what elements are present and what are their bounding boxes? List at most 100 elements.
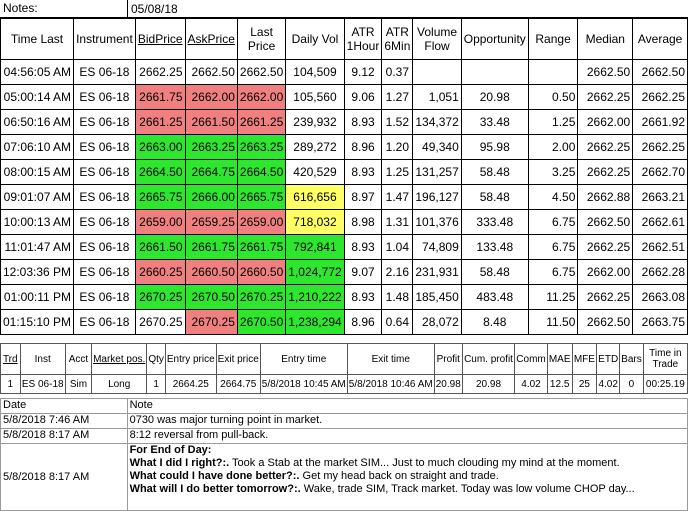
col-inst[interactable]: Inst: [19, 343, 66, 375]
grid-row[interactable]: 11:01:47 AM ES 06-18 2661.50 2661.75 2661.75…: [0, 234, 688, 260]
col-volume-flow[interactable]: Volume Flow: [412, 18, 462, 60]
cell-volume-flow: 131,257: [412, 159, 462, 185]
col-profit[interactable]: Profit: [433, 343, 463, 375]
col-median[interactable]: Median: [577, 18, 634, 60]
journal-entry[interactable]: 5/8/2018 8:17 AM 8:12 reversal from pull…: [0, 428, 688, 444]
col-market-pos[interactable]: Market pos.: [91, 343, 148, 375]
journal-entry-eod[interactable]: 5/8/2018 8:17 AM For End of Day: What I …: [0, 443, 688, 511]
cell-bid: 2670.25: [134, 284, 186, 310]
cell-range: [527, 59, 579, 85]
cell-daily-vol: 718,032: [285, 209, 345, 235]
cell-instrument: ES 06-18: [73, 309, 136, 335]
col-time-last[interactable]: Time Last: [0, 18, 75, 60]
cell-ask: 2662.00: [184, 84, 238, 110]
cell-volume-flow: [412, 59, 462, 85]
cell-instrument: ES 06-18: [73, 259, 136, 285]
eod-answer-1: Took a Stab at the market SIM... Just to…: [229, 457, 620, 469]
col-etd[interactable]: ETD: [596, 343, 621, 375]
cell-time: 05:00:14 AM: [0, 84, 75, 110]
cell-volume-flow: 49,340: [412, 134, 462, 160]
cell-ask: 2660.50: [184, 259, 238, 285]
grid-row[interactable]: 08:00:15 AM ES 06-18 2664.50 2664.75 2664.50…: [0, 159, 688, 185]
cell-time: 01:00:11 PM: [0, 284, 75, 310]
col-daily-vol[interactable]: Daily Vol: [285, 18, 345, 60]
trade-inst: ES 06-18: [19, 374, 66, 394]
cell-range: 0.50: [527, 84, 579, 110]
cell-daily-vol: 1,024,772: [285, 259, 345, 285]
col-acct[interactable]: Acct: [64, 343, 93, 375]
grid-row[interactable]: 10:00:13 AM ES 06-18 2659.00 2659.25 2659.00…: [0, 209, 688, 235]
col-average[interactable]: Average: [632, 18, 688, 60]
grid-row[interactable]: 06:50:16 AM ES 06-18 2661.25 2661.50 2661.25…: [0, 109, 688, 135]
col-ask-price[interactable]: AskPrice: [184, 18, 238, 60]
grid-row[interactable]: 07:06:10 AM ES 06-18 2663.00 2663.25 2663.25…: [0, 134, 688, 160]
cell-bid: 2664.50: [134, 159, 186, 185]
cell-atr-1hour: 9.12: [343, 59, 383, 85]
cell-atr-6min: 1.48: [381, 284, 414, 310]
col-atr-6min[interactable]: ATR 6Min: [381, 18, 414, 60]
col-note[interactable]: Note: [126, 398, 688, 414]
cell-atr-1hour: 8.93: [343, 109, 383, 135]
col-mfe[interactable]: MFE: [571, 343, 598, 375]
cell-bid: 2661.50: [134, 234, 186, 260]
cell-atr-6min: 1.25: [381, 159, 414, 185]
journal-eod-note: For End of Day: What I did I right?:. To…: [126, 443, 688, 511]
col-comm[interactable]: Comm: [514, 343, 548, 375]
cell-daily-vol: 1,210,222: [285, 284, 345, 310]
col-instrument[interactable]: Instrument: [73, 18, 136, 60]
col-trd[interactable]: Trd: [0, 343, 21, 375]
cell-instrument: ES 06-18: [73, 59, 136, 85]
col-bars[interactable]: Bars: [619, 343, 644, 375]
col-entry-time[interactable]: Entry time: [259, 343, 348, 375]
trade-row[interactable]: 1 ES 06-18 Sim Long 1 2664.25 2664.75 5/…: [0, 374, 688, 394]
cell-average: 2663.21: [632, 184, 688, 210]
cell-last: 2670.25: [236, 284, 287, 310]
cell-time: 10:00:13 AM: [0, 209, 75, 235]
col-range[interactable]: Range: [527, 18, 579, 60]
cell-range: 4.50: [527, 184, 579, 210]
cell-daily-vol: 420,529: [285, 159, 345, 185]
cell-average: 2663.75: [632, 309, 688, 335]
cell-last: 2663.25: [236, 134, 287, 160]
cell-instrument: ES 06-18: [73, 109, 136, 135]
journal-entry[interactable]: 5/8/2018 7:46 AM 0730 was major turning …: [0, 413, 688, 429]
grid-row[interactable]: 05:00:14 AM ES 06-18 2661.75 2662.00 2662.00…: [0, 84, 688, 110]
col-cum-profit[interactable]: Cum. profit: [461, 343, 516, 375]
cell-volume-flow: 134,372: [412, 109, 462, 135]
col-entry-price[interactable]: Entry price: [164, 343, 217, 375]
cell-daily-vol: 104,509: [285, 59, 345, 85]
cell-median: 2662.88: [577, 184, 634, 210]
trade-bars: 0: [619, 374, 644, 394]
col-last-price[interactable]: Last Price: [236, 18, 287, 60]
grid-row[interactable]: 01:15:10 PM ES 06-18 2670.25 2670.25 2670.50…: [0, 309, 688, 335]
grid-row[interactable]: 01:00:11 PM ES 06-18 2670.25 2670.50 2670.25…: [0, 284, 688, 310]
col-mae[interactable]: MAE: [546, 343, 573, 375]
grid-row[interactable]: 04:56:05 AM ES 06-18 2662.25 2662.50 2662.50…: [0, 59, 688, 85]
cell-atr-6min: 1.47: [381, 184, 414, 210]
cell-atr-6min: 1.52: [381, 109, 414, 135]
cell-opportunity: [460, 59, 529, 85]
col-qty[interactable]: Qty: [146, 343, 166, 375]
journal-note: 8:12 reversal from pull-back.: [126, 428, 688, 444]
grid-row[interactable]: 12:03:36 PM ES 06-18 2660.25 2660.50 2660.50…: [0, 259, 688, 285]
cell-median: 2662.00: [577, 109, 634, 135]
col-atr-1hour[interactable]: ATR 1Hour: [343, 18, 383, 60]
col-opportunity[interactable]: Opportunity: [460, 18, 529, 60]
notes-date[interactable]: 05/08/18: [127, 0, 178, 18]
col-time-in-trade[interactable]: Time in Trade: [642, 343, 688, 375]
cell-time: 04:56:05 AM: [0, 59, 75, 85]
journal-date: 5/8/2018 8:17 AM: [0, 428, 128, 444]
cell-last: 2659.00: [236, 209, 287, 235]
cell-volume-flow: 74,809: [412, 234, 462, 260]
col-date[interactable]: Date: [0, 398, 128, 414]
col-exit-time[interactable]: Exit time: [346, 343, 435, 375]
journal-header-row: Date Note: [0, 398, 688, 414]
grid-row[interactable]: 09:01:07 AM ES 06-18 2665.75 2666.00 2665.75…: [0, 184, 688, 210]
col-bid-price[interactable]: BidPrice: [134, 18, 186, 60]
cell-last: 2661.75: [236, 234, 287, 260]
cell-instrument: ES 06-18: [73, 284, 136, 310]
cell-time: 09:01:07 AM: [0, 184, 75, 210]
cell-range: 11.25: [527, 284, 579, 310]
cell-opportunity: 33.48: [460, 109, 529, 135]
col-exit-price[interactable]: Exit price: [215, 343, 261, 375]
